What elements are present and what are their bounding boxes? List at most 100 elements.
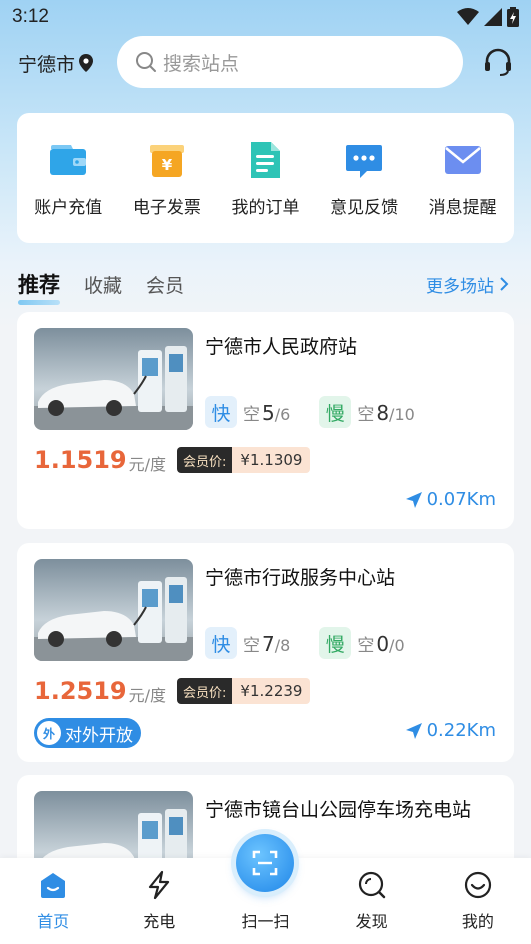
bolt-icon	[149, 870, 170, 900]
nav-label: 充电	[143, 912, 176, 931]
location-pin-icon	[79, 54, 94, 72]
tab-member[interactable]: 会员	[146, 271, 184, 298]
wallet-icon	[50, 144, 87, 175]
quick-label: 我的订单	[231, 197, 300, 218]
nav-label: 我的	[461, 912, 494, 931]
slow-port-count: 空 8/10	[357, 400, 414, 425]
open-to-public-badge: 外 对外开放	[34, 718, 141, 748]
city-selector[interactable]: 宁德市	[18, 50, 114, 77]
discover-icon	[358, 871, 385, 899]
fast-charge-tag: 快	[205, 396, 237, 428]
signal-icon	[484, 8, 502, 26]
more-stations-link[interactable]: 更多场站	[426, 272, 514, 297]
port-availability: 快 空 7/8 慢 空 0/0	[205, 627, 405, 659]
headset-icon	[485, 48, 511, 76]
station-name: 宁德市人民政府站	[205, 336, 358, 358]
scan-button[interactable]	[236, 834, 294, 892]
distance-value: 0.22Km	[426, 720, 496, 741]
quick-label: 账户充值	[34, 197, 103, 218]
price-row: 1.1519 元/度 会员价: ¥1.1309	[34, 445, 311, 475]
fast-prefix: 空	[243, 635, 260, 656]
nav-home[interactable]: 首页	[8, 870, 98, 932]
quick-label: 消息提醒	[428, 197, 497, 218]
status-bar: 3:12	[0, 0, 531, 34]
profile-icon	[464, 871, 491, 899]
station-card[interactable]: 宁德市行政服务中心站 快 空 7/8 慢 空 0/0 1.2519 元/度 会员价:…	[17, 543, 514, 762]
feedback-icon	[346, 144, 383, 178]
tab-recommend[interactable]: 推荐	[18, 269, 60, 305]
status-time: 3:12	[12, 6, 49, 27]
distance-value: 0.07Km	[426, 489, 496, 510]
open-badge-icon: 外	[37, 721, 61, 745]
station-card[interactable]: 宁德市人民政府站 快 空 5/6 慢 空 8/10 1.1519 元/度 会员价: …	[17, 312, 514, 529]
fast-charge-tag: 快	[205, 627, 237, 659]
quick-item-feedback[interactable]: 意见反馈	[316, 139, 412, 218]
battery-icon	[507, 7, 519, 27]
distance[interactable]: 0.22Km	[405, 720, 496, 741]
slow-prefix: 空	[357, 635, 375, 656]
price-row: 1.2519 元/度 会员价: ¥1.2239	[34, 676, 311, 706]
slow-available: 0	[376, 631, 390, 656]
quick-item-messages[interactable]: 消息提醒	[415, 139, 511, 218]
nav-discover[interactable]: 发现	[327, 870, 417, 932]
slow-prefix: 空	[357, 404, 375, 425]
station-tabs: 推荐 收藏 会员 更多场站	[18, 266, 514, 305]
fast-port-count: 空 7/8	[243, 631, 290, 656]
message-icon	[444, 145, 481, 174]
member-label: 会员价:	[177, 678, 233, 704]
slow-total: /0	[389, 635, 405, 655]
quick-item-recharge[interactable]: 账户充值	[20, 139, 116, 218]
slow-port-count: 空 0/0	[357, 631, 404, 656]
customer-service-button[interactable]	[482, 46, 514, 78]
slow-available: 8	[376, 400, 390, 425]
search-icon	[136, 52, 156, 72]
fast-available: 5	[262, 400, 275, 425]
station-name: 宁德市镜台山公园停车场充电站	[205, 799, 472, 821]
wifi-icon	[457, 8, 479, 25]
tab-favorites[interactable]: 收藏	[84, 271, 122, 298]
slow-total: /10	[389, 404, 415, 424]
price: 1.1519	[34, 446, 127, 474]
navigation-arrow-icon	[405, 491, 422, 508]
nav-charge[interactable]: 充电	[114, 870, 204, 932]
station-name: 宁德市行政服务中心站	[205, 567, 396, 589]
order-icon	[251, 141, 281, 178]
quick-label: 电子发票	[132, 197, 201, 218]
slow-charge-tag: 慢	[319, 396, 352, 428]
fast-prefix: 空	[243, 404, 260, 425]
member-price-badge: 会员价: ¥1.1309	[177, 447, 311, 473]
open-badge-label: 对外开放	[65, 725, 133, 746]
price-unit: 元/度	[128, 686, 167, 705]
distance[interactable]: 0.07Km	[405, 489, 496, 510]
city-label: 宁德市	[18, 53, 76, 76]
price-unit: 元/度	[128, 455, 167, 474]
fast-port-count: 空 5/6	[243, 400, 290, 425]
nav-mine[interactable]: 我的	[433, 870, 523, 932]
nav-label: 发现	[355, 912, 388, 931]
scan-icon	[252, 850, 278, 876]
nav-label: 首页	[37, 912, 70, 931]
header: 宁德市 搜索站点	[0, 34, 531, 92]
fast-available: 7	[262, 631, 275, 656]
slow-charge-tag: 慢	[319, 627, 352, 659]
quick-label: 意见反馈	[330, 197, 399, 218]
quick-item-orders[interactable]: 我的订单	[217, 139, 313, 218]
navigation-arrow-icon	[405, 722, 422, 739]
invoice-icon: ¥	[149, 144, 184, 177]
status-icons	[457, 7, 519, 27]
chevron-right-icon	[500, 277, 509, 291]
more-stations-label: 更多场站	[426, 276, 494, 297]
member-label: 会员价:	[177, 447, 233, 473]
member-price: ¥1.2239	[232, 678, 311, 704]
station-photo	[34, 328, 193, 430]
member-price: ¥1.1309	[232, 447, 311, 473]
station-photo	[34, 559, 193, 661]
quick-menu: 账户充值 ¥ 电子发票 我的订单 意见反馈 消息提醒	[17, 113, 514, 243]
search-placeholder: 搜索站点	[163, 52, 240, 75]
port-availability: 快 空 5/6 慢 空 8/10	[205, 396, 415, 428]
search-bar[interactable]: 搜索站点	[117, 36, 463, 88]
home-icon	[41, 873, 66, 898]
quick-item-invoice[interactable]: ¥ 电子发票	[119, 139, 215, 218]
member-price-badge: 会员价: ¥1.2239	[177, 678, 311, 704]
price: 1.2519	[34, 677, 127, 705]
